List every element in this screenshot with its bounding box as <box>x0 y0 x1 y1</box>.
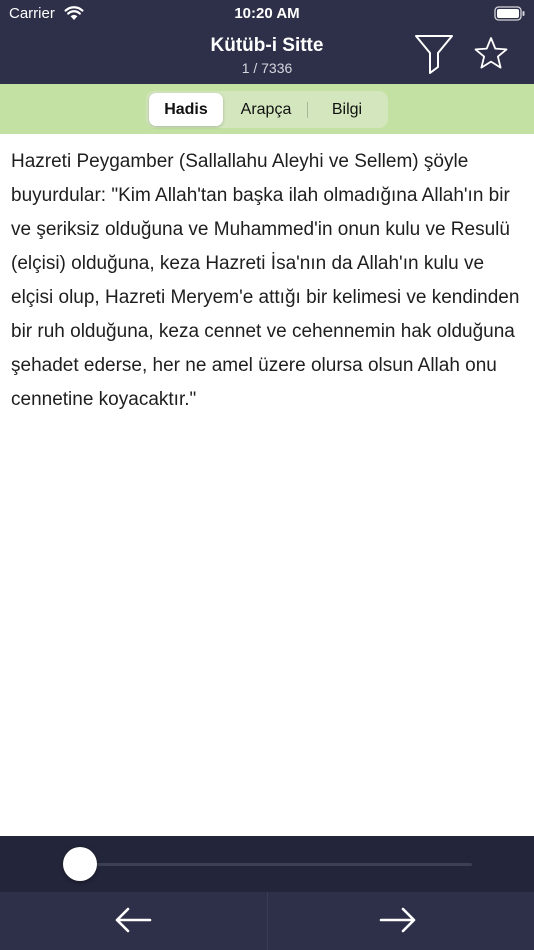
status-bar: Carrier 10:20 AM <box>0 0 534 28</box>
clock: 10:20 AM <box>234 5 300 22</box>
tab-bar: Hadis Arapça Bilgi <box>0 84 534 134</box>
next-button[interactable] <box>268 892 534 950</box>
arrow-left-icon <box>115 907 152 933</box>
tab-bilgi[interactable]: Bilgi <box>309 93 385 126</box>
tab-hadis[interactable]: Hadis <box>149 93 223 126</box>
arrow-right-icon <box>379 907 416 933</box>
previous-button[interactable] <box>0 892 267 950</box>
hadith-slider <box>0 836 534 892</box>
tab-arapca[interactable]: Arapça <box>226 93 306 126</box>
favorite-button[interactable] <box>470 34 512 74</box>
slider-thumb[interactable] <box>63 847 97 881</box>
battery-icon <box>494 6 525 21</box>
filter-button[interactable] <box>412 33 456 75</box>
segment-divider <box>307 102 308 118</box>
slider-track[interactable] <box>80 863 472 866</box>
filter-icon <box>415 35 453 74</box>
star-icon <box>474 37 508 69</box>
segmented-control: Hadis Arapça Bilgi <box>146 91 388 128</box>
header: Carrier 10:20 AM Kütüb-i Sitte 1 / 7336 <box>0 0 534 84</box>
hadith-text: Hazreti Peygamber (Sallallahu Aleyhi ve … <box>11 151 520 410</box>
bottom-toolbar <box>0 892 534 950</box>
